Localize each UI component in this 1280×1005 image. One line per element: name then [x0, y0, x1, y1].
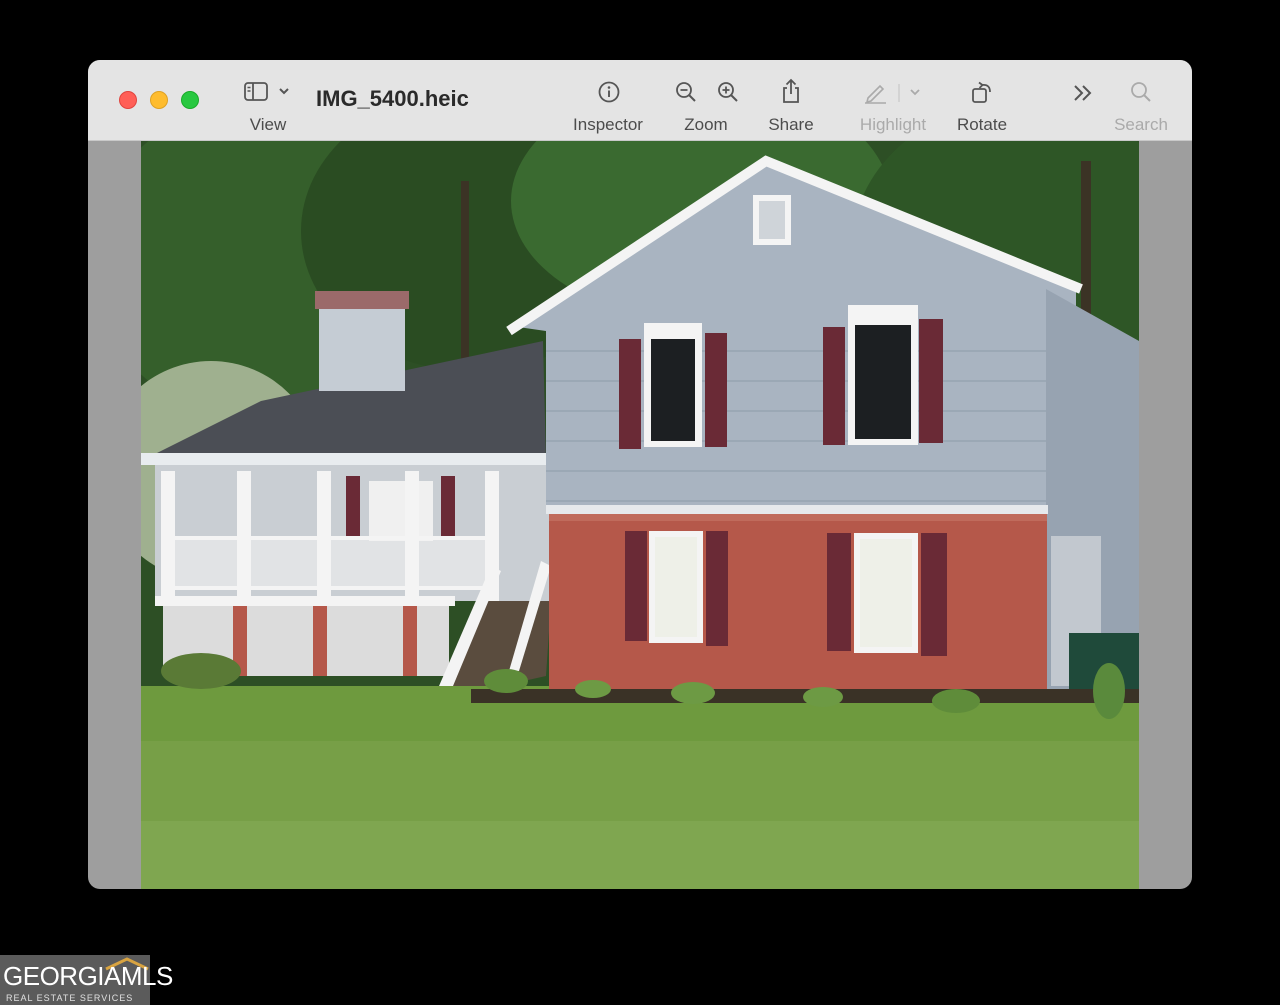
close-button[interactable] [119, 91, 137, 109]
logo-brand: GEORGIAMLS [3, 961, 173, 991]
share-icon [783, 78, 799, 103]
more-toolbar-items-button[interactable] [1066, 60, 1100, 140]
search-label: Search [1114, 115, 1168, 134]
pencil-icon [865, 84, 920, 104]
share-button[interactable]: Share [761, 60, 821, 140]
highlight-label: Highlight [859, 115, 927, 134]
rotate-button[interactable]: Rotate [952, 60, 1012, 140]
sidebar-icon [244, 82, 289, 101]
zoom-out-icon[interactable] [674, 80, 698, 104]
rotate-label: Rotate [956, 115, 1008, 134]
zoom-window-button[interactable] [181, 91, 199, 109]
highlight-button[interactable]: Highlight [850, 60, 936, 140]
share-label: Share [768, 115, 814, 134]
house-photo [141, 141, 1139, 889]
inspector-button[interactable]: Inspector [566, 60, 650, 140]
title-bar: View IMG_5400.heic Inspector Zoom Share … [88, 60, 1192, 141]
minimize-button[interactable] [150, 91, 168, 109]
image-canvas[interactable] [141, 141, 1139, 889]
search-button[interactable]: Search [1110, 60, 1172, 140]
preview-window: View IMG_5400.heic Inspector Zoom Share … [88, 60, 1192, 889]
info-icon [598, 81, 620, 103]
rotate-icon [972, 81, 991, 103]
zoom-label: Zoom [684, 115, 728, 134]
zoom-control[interactable]: Zoom [668, 60, 744, 140]
georgia-mls-logo: GEORGIAMLS REAL ESTATE SERVICES [0, 955, 173, 1005]
search-icon [1131, 82, 1151, 102]
document-title: IMG_5400.heic [316, 86, 469, 111]
chevron-double-right-icon [1074, 85, 1092, 101]
view-button[interactable]: View [238, 60, 298, 140]
logo-tagline: REAL ESTATE SERVICES [6, 993, 134, 1003]
zoom-in-icon[interactable] [716, 80, 740, 104]
view-label: View [249, 115, 287, 134]
inspector-label: Inspector [573, 115, 643, 134]
